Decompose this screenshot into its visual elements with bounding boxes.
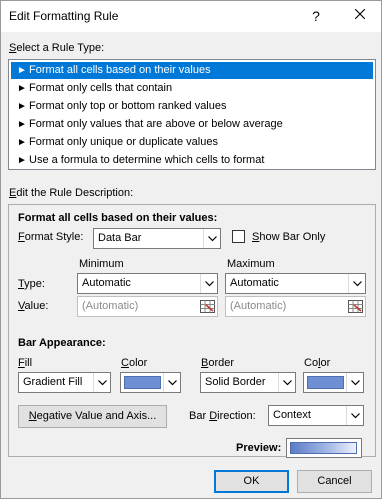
rule-type-item[interactable]: ► Format only values that are above or be… [11, 116, 373, 133]
minimum-type-value: Automatic [82, 277, 131, 289]
rule-arrow-icon: ► [17, 155, 27, 166]
format-style-value: Data Bar [98, 232, 142, 244]
type-label: Type: [18, 278, 45, 290]
preview-box [286, 438, 362, 458]
rule-type-item[interactable]: ► Format only cells that contain [11, 80, 373, 97]
border-value: Solid Border [205, 376, 266, 388]
rule-type-item[interactable]: ► Format all cells based on their values [11, 62, 373, 79]
maximum-value-field[interactable]: (Automatic) [225, 296, 366, 317]
cancel-button[interactable]: Cancel [297, 470, 372, 493]
minimum-value-text: (Automatic) [82, 300, 139, 312]
chevron-down-icon[interactable] [163, 373, 180, 392]
fill-dropdown[interactable]: Gradient Fill [18, 372, 111, 393]
range-picker-icon[interactable] [347, 298, 364, 315]
fill-value: Gradient Fill [23, 376, 83, 388]
edit-formatting-rule-dialog: Edit Formatting Rule ? Select a Rule Typ… [0, 0, 382, 499]
close-icon [354, 8, 366, 20]
chevron-down-icon[interactable] [346, 373, 363, 392]
rule-type-heading: Select a Rule Type: [9, 42, 105, 54]
close-button[interactable] [345, 3, 375, 29]
minimum-type-dropdown[interactable]: Automatic [77, 273, 218, 294]
maximum-header: Maximum [227, 258, 275, 270]
maximum-value-text: (Automatic) [230, 300, 287, 312]
rule-type-item[interactable]: ► Use a formula to determine which cells … [11, 152, 373, 169]
value-label: Value: [18, 300, 49, 312]
bar-direction-dropdown[interactable]: Context [268, 405, 364, 426]
section-title: Format all cells based on their values: [18, 212, 218, 224]
minimum-header: Minimum [79, 258, 124, 270]
ok-button[interactable]: OK [214, 470, 289, 493]
bar-appearance-title: Bar Appearance: [18, 337, 106, 349]
title-bar: Edit Formatting Rule ? [1, 1, 381, 32]
bar-direction-label: Bar Direction: [189, 410, 256, 422]
rule-arrow-icon: ► [17, 101, 27, 112]
help-button[interactable]: ? [301, 3, 331, 29]
chevron-down-icon[interactable] [203, 229, 220, 248]
format-style-dropdown[interactable]: Data Bar [93, 228, 221, 249]
preview-data-bar [290, 442, 357, 454]
fill-color-picker[interactable] [120, 372, 181, 393]
maximum-type-value: Automatic [230, 277, 279, 289]
show-bar-only-label: Show Bar Only [252, 231, 326, 243]
rule-type-item[interactable]: ► Format only unique or duplicate values [11, 134, 373, 151]
format-style-label: Format Style: [18, 231, 84, 243]
chevron-down-icon[interactable] [348, 274, 365, 293]
bar-direction-value: Context [273, 409, 311, 421]
show-bar-only-checkbox[interactable] [232, 230, 245, 243]
chevron-down-icon[interactable] [200, 274, 217, 293]
fill-color-label: Color [121, 357, 148, 369]
negative-value-axis-button[interactable]: Negative Value and Axis... [18, 405, 167, 428]
chevron-down-icon[interactable] [93, 373, 110, 392]
fill-label: Fill [18, 357, 33, 369]
rule-arrow-icon: ► [17, 65, 27, 76]
border-dropdown[interactable]: Solid Border [200, 372, 296, 393]
maximum-type-dropdown[interactable]: Automatic [225, 273, 366, 294]
rule-type-list[interactable]: ► Format all cells based on their values … [8, 59, 376, 170]
rule-arrow-icon: ► [17, 83, 27, 94]
chevron-down-icon[interactable] [278, 373, 295, 392]
dialog-title: Edit Formatting Rule [9, 9, 119, 23]
rule-arrow-icon: ► [17, 119, 27, 130]
fill-color-swatch [124, 376, 161, 389]
border-color-swatch [307, 376, 344, 389]
border-color-label: Color [304, 357, 331, 369]
range-picker-icon[interactable] [199, 298, 216, 315]
border-color-picker[interactable] [303, 372, 364, 393]
rule-type-item[interactable]: ► Format only top or bottom ranked values [11, 98, 373, 115]
preview-label: Preview: [236, 442, 282, 454]
minimum-value-field[interactable]: (Automatic) [77, 296, 218, 317]
rule-description-heading: Edit the Rule Description: [9, 187, 134, 199]
border-label: Border [201, 357, 235, 369]
rule-arrow-icon: ► [17, 137, 27, 148]
chevron-down-icon[interactable] [346, 406, 363, 425]
